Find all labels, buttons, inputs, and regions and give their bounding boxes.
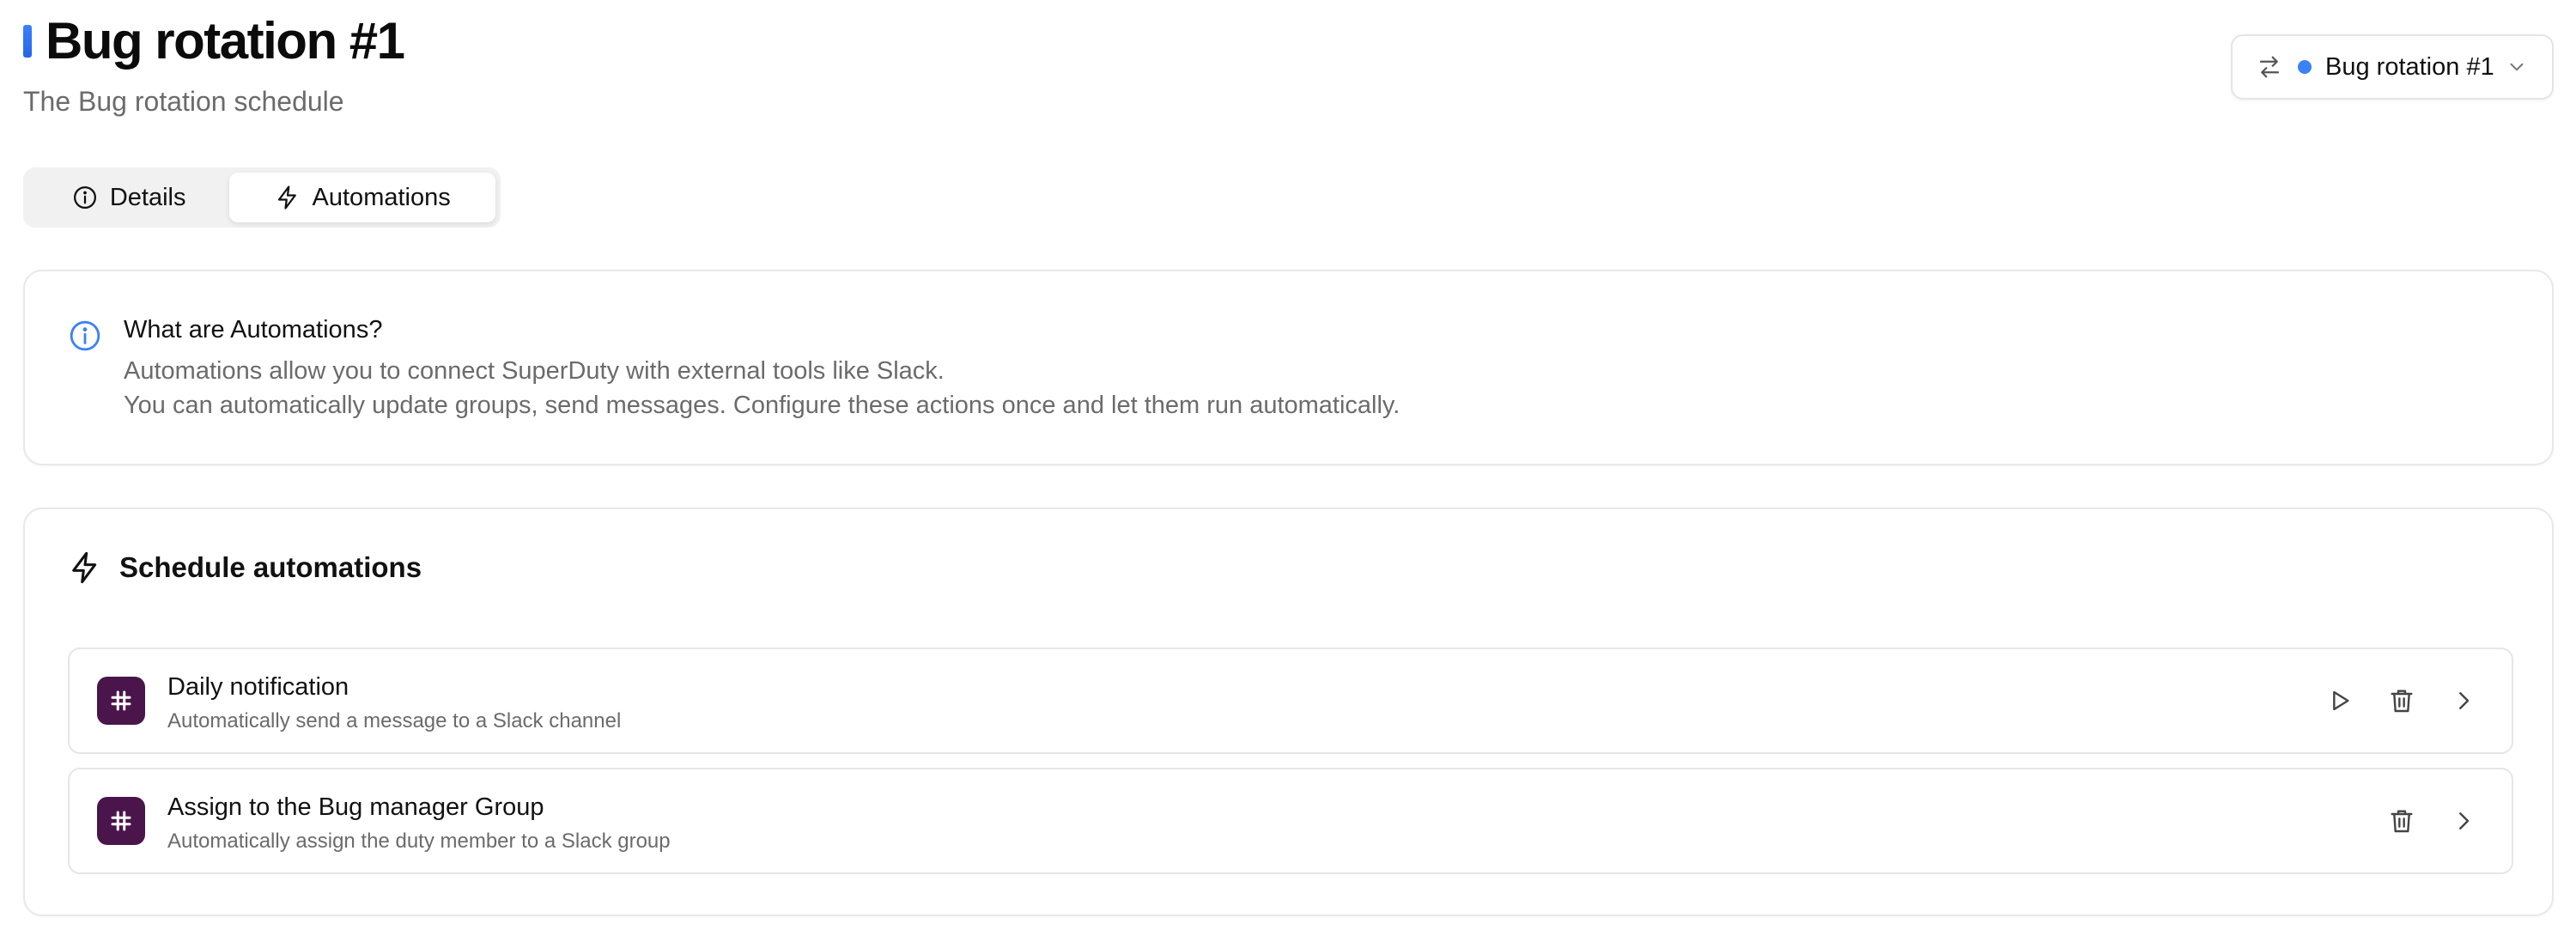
tab-details[interactable]: Details (28, 173, 229, 222)
info-text: Automations allow you to connect SuperDu… (124, 357, 945, 385)
trash-icon (2391, 690, 2413, 713)
section-title: Schedule automations (119, 551, 422, 583)
chevron-down-icon (2510, 63, 2524, 71)
trash-icon (2391, 810, 2413, 833)
page-title: Bug rotation #1 (46, 12, 405, 70)
tab-label: Details (109, 183, 186, 211)
info-text: You can automatically update groups, sen… (124, 392, 1400, 419)
automation-title: Assign to the Bug manager Group (167, 793, 544, 821)
automation-description: Automatically send a message to a Slack … (167, 709, 622, 732)
lightning-icon (72, 551, 97, 584)
schedule-automations-card: Schedule automations Daily notification … (23, 508, 2554, 916)
schedule-switcher-label: Bug rotation #1 (2325, 52, 2494, 81)
tab-bar: Details Automations (23, 167, 501, 228)
automation-description: Automatically assign the duty member to … (167, 830, 671, 853)
row-actions (2302, 649, 2488, 752)
slack-icon (97, 677, 145, 725)
section-header: Schedule automations (68, 550, 422, 585)
row-actions (2364, 769, 2488, 872)
info-icon (70, 320, 100, 351)
info-title: What are Automations? (124, 316, 383, 343)
page-header: Bug rotation #1 (23, 7, 405, 76)
run-automation-button[interactable] (2316, 677, 2364, 725)
chevron-right-icon (2459, 812, 2470, 830)
play-icon (2333, 690, 2349, 711)
automations-info-card: What are Automations? Automations allow … (23, 270, 2554, 465)
delete-automation-button[interactable] (2378, 797, 2426, 845)
title-accent-bar (23, 25, 32, 58)
lightning-icon (277, 185, 296, 210)
swap-arrows-icon (2259, 56, 2280, 78)
open-automation-button[interactable] (2439, 797, 2488, 845)
automation-title: Daily notification (167, 673, 349, 701)
info-icon (73, 186, 96, 209)
slack-icon (97, 797, 145, 845)
tab-label: Automations (312, 183, 451, 211)
automation-row[interactable]: Assign to the Bug manager Group Automati… (68, 768, 2513, 874)
page-subtitle: The Bug rotation schedule (23, 86, 344, 117)
schedule-switcher[interactable]: Bug rotation #1 (2231, 34, 2554, 100)
tab-automations[interactable]: Automations (229, 173, 495, 222)
open-automation-button[interactable] (2439, 677, 2488, 725)
schedule-color-dot (2298, 60, 2312, 74)
chevron-right-icon (2459, 692, 2470, 709)
delete-automation-button[interactable] (2378, 677, 2426, 725)
automation-row[interactable]: Daily notification Automatically send a … (68, 647, 2513, 754)
